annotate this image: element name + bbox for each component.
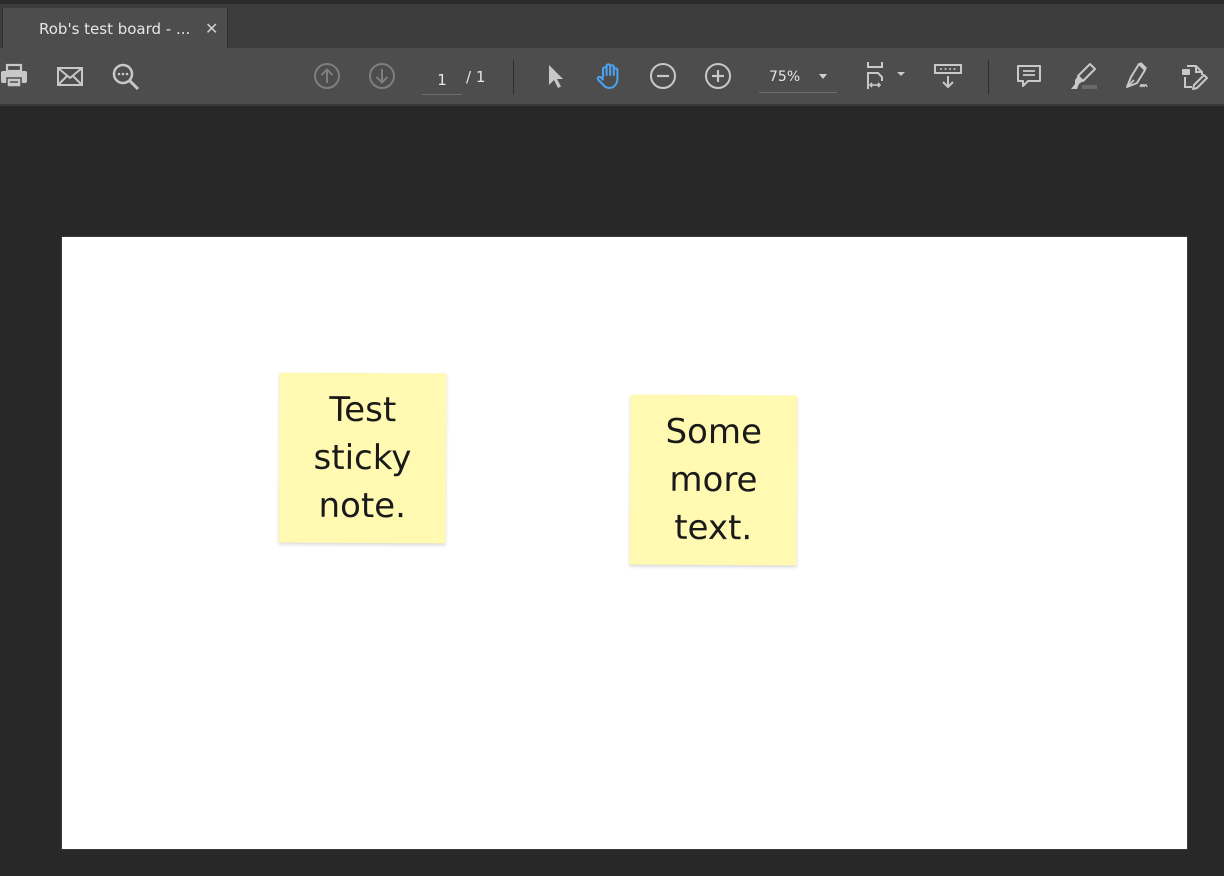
chevron-down-icon — [819, 74, 827, 79]
toolbar-divider — [513, 60, 514, 94]
sign-icon — [1126, 61, 1148, 88]
zoom-level-dropdown[interactable]: 75% — [759, 64, 837, 93]
sticky-note[interactable]: Some more text. — [629, 394, 798, 566]
previous-page-button[interactable] — [311, 60, 343, 92]
pointer-arrow-icon — [549, 65, 563, 88]
tab-title: Rob's test board - ... — [39, 20, 191, 38]
find-button[interactable] — [110, 60, 142, 92]
select-tool-button[interactable] — [539, 60, 571, 92]
close-icon[interactable]: ✕ — [205, 19, 218, 39]
zoom-in-button[interactable] — [702, 60, 734, 92]
scroll-mode-icon — [934, 64, 962, 89]
arrow-up-circle-icon — [314, 63, 340, 89]
hand-tool-button[interactable] — [593, 60, 625, 92]
email-button[interactable] — [54, 60, 86, 92]
pdf-page[interactable]: Test sticky note. Some more text. — [61, 236, 1188, 850]
highlight-button[interactable] — [1068, 60, 1100, 92]
tab-bar: Rob's test board - ... ✕ — [0, 0, 1224, 52]
sticky-note-text: Test sticky note. — [313, 389, 412, 527]
document-tab[interactable]: Rob's test board - ... ✕ — [2, 8, 228, 52]
toolbar: / 1 75% — [0, 48, 1224, 106]
sign-button[interactable] — [1122, 60, 1154, 92]
zoom-level-value: 75% — [769, 69, 801, 85]
comment-button[interactable] — [1013, 60, 1045, 92]
highlighter-icon — [1071, 63, 1097, 89]
hand-icon — [596, 63, 619, 89]
toolbar-divider — [988, 60, 989, 94]
next-page-button[interactable] — [366, 60, 398, 92]
sticky-note-text: Some more text. — [665, 411, 763, 549]
email-icon — [57, 67, 83, 86]
edit-pdf-icon — [1182, 65, 1208, 90]
minus-circle-icon — [650, 63, 676, 89]
plus-circle-icon — [705, 63, 731, 89]
print-button[interactable] — [0, 60, 30, 92]
comment-icon — [1017, 65, 1041, 87]
sticky-note[interactable]: Test sticky note. — [278, 372, 447, 544]
page-total: / 1 — [466, 68, 486, 86]
scroll-mode-button[interactable] — [932, 60, 964, 92]
fit-page-icon — [867, 62, 905, 89]
find-text-icon — [112, 63, 140, 91]
page-fit-button[interactable] — [862, 60, 908, 92]
zoom-out-button[interactable] — [647, 60, 679, 92]
print-icon — [1, 63, 27, 88]
edit-pdf-button[interactable] — [1178, 60, 1210, 92]
page-number-input[interactable] — [422, 66, 462, 95]
arrow-down-circle-icon — [369, 63, 395, 89]
